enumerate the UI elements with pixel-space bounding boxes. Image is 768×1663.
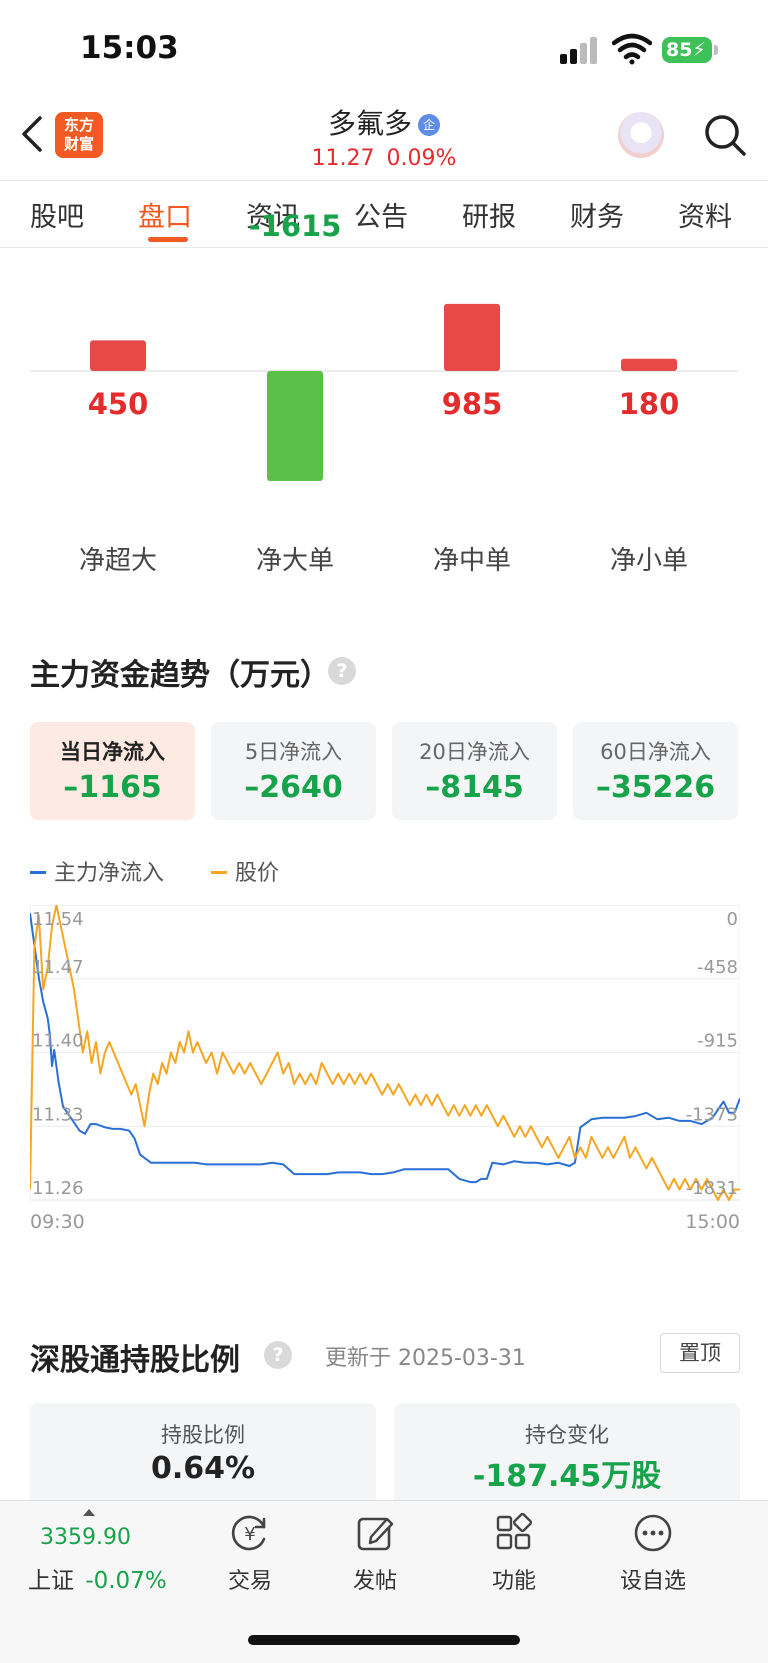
holdings-help-icon[interactable]: ? (264, 1341, 292, 1369)
pin-top-button[interactable]: 置顶 (660, 1333, 740, 1373)
flow-value-small: 180 (618, 387, 680, 421)
tab-pankou[interactable]: 盘口 (138, 195, 192, 234)
flow-label-medium: 净中单 (432, 546, 511, 576)
wifi-icon (612, 33, 652, 65)
flow-label-small: 净小单 (609, 546, 688, 576)
active-tab-indicator (148, 237, 188, 242)
left-tick-label: 11.54 (32, 909, 84, 930)
right-tick-label: -1373 (686, 1104, 738, 1125)
x-end-label: 15:00 (685, 1211, 740, 1233)
nav-trade[interactable]: ¥ 交易 (200, 1513, 300, 1595)
edit-icon (357, 1517, 394, 1551)
tab-research[interactable]: 研报 (462, 195, 516, 234)
nav-post[interactable]: 发帖 (325, 1513, 425, 1595)
index-value[interactable]: 3359.90 (40, 1525, 131, 1550)
flow-value-medium: 985 (441, 387, 503, 421)
legend-price-swatch (211, 871, 228, 874)
flow-value-large: -1615 (248, 209, 342, 243)
holdings-updated: 更新于 2025-03-31 (325, 1346, 526, 1371)
yen-refresh-icon: ¥ (231, 1515, 266, 1551)
legend-flow-swatch (30, 871, 46, 874)
index-quote[interactable]: 上证 -0.07% (28, 1561, 167, 1595)
series-line-0 (30, 912, 740, 1184)
flow-bar-0 (90, 340, 146, 371)
battery-cap (714, 45, 718, 55)
holding-change-card: 持仓变化 -187.45万股 (394, 1403, 740, 1513)
status-time: 15:03 (80, 30, 179, 66)
stock-price: 11.27 (311, 146, 375, 171)
robot-avatar-icon[interactable] (618, 112, 664, 158)
tab-profile[interactable]: 资料 (678, 195, 732, 234)
nav-functions[interactable]: 功能 (464, 1512, 564, 1595)
holdings-title: 深股通持股比例 (30, 1343, 240, 1378)
trend-line-chart: 11.54 11.47 11.40 11.33 11.26 0 -458 -915 -1373 -… (30, 905, 740, 1233)
card-60day[interactable]: 60日净流入 –35226 (573, 722, 738, 820)
chart-legend: 主力净流入 股价 (30, 855, 279, 887)
flow-bar-2 (444, 303, 500, 371)
net-inflow-cards: 当日净流入 –1165 5日净流入 –2640 20日净流入 –8145 60日… (30, 722, 740, 820)
flow-label-large: 净大单 (255, 546, 334, 576)
holding-ratio-card: 持股比例 0.64% (30, 1403, 376, 1513)
nav-add-watchlist[interactable]: 设自选 (603, 1513, 703, 1595)
right-tick-label: -458 (697, 957, 738, 978)
card-20day[interactable]: 20日净流入 –8145 (392, 722, 557, 820)
x-start-label: 09:30 (30, 1211, 85, 1233)
flow-value-super: 450 (87, 387, 149, 421)
right-tick-label: -915 (697, 1031, 738, 1052)
tab-finance[interactable]: 财务 (570, 195, 624, 234)
left-tick-label: 11.26 (32, 1178, 84, 1199)
card-5day[interactable]: 5日净流入 –2640 (211, 722, 376, 820)
expand-up-icon[interactable] (83, 1509, 95, 1516)
signal-icon (560, 36, 600, 64)
flow-bar-1 (267, 371, 323, 481)
left-tick-label: 11.47 (32, 957, 84, 978)
legend-flow-label: 主力净流入 (54, 861, 165, 886)
more-icon (634, 1514, 672, 1552)
order-flow-chart: 450 -1615 985 180 净超大 净大单 净中单 净小单 (0, 209, 768, 590)
tab-bar: 股吧 盘口 资讯 公告 研报 财务 资料 (0, 180, 768, 248)
svg-text:¥: ¥ (244, 1524, 255, 1545)
stock-change-pct: 0.09% (386, 146, 457, 171)
flow-label-super: 净超大 (78, 546, 157, 576)
right-tick-label: -1831 (686, 1178, 738, 1199)
trend-help-icon[interactable]: ? (328, 657, 356, 685)
grid-icon (496, 1512, 533, 1550)
legend-price-label: 股价 (235, 861, 280, 886)
flow-bar-3 (621, 358, 677, 371)
card-today[interactable]: 当日净流入 –1165 (30, 722, 195, 820)
left-tick-label: 11.40 (32, 1031, 84, 1052)
enterprise-badge: 企 (418, 114, 440, 136)
left-tick-label: 11.33 (32, 1104, 84, 1125)
stock-header: 东方 财富 多氟多企 11.27 0.09% (0, 100, 768, 180)
search-icon[interactable] (702, 112, 748, 158)
trend-title: 主力资金趋势（万元） (30, 658, 330, 693)
battery-indicator: 85⚡ (662, 37, 712, 63)
home-indicator (248, 1635, 520, 1645)
tab-guba[interactable]: 股吧 (30, 195, 84, 234)
right-tick-label: 0 (727, 909, 738, 930)
status-bar: 15:03 85⚡ (0, 0, 768, 100)
